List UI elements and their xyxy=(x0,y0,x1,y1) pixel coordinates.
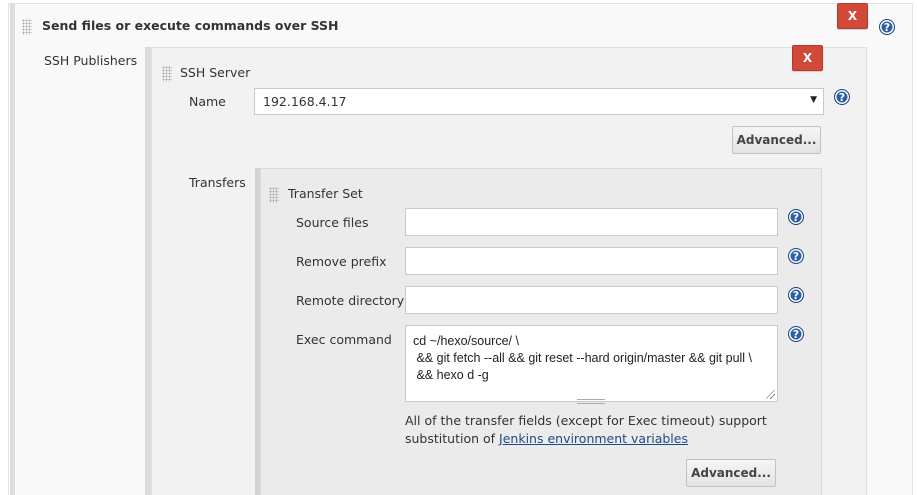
help-icon[interactable]: ? xyxy=(834,89,850,105)
help-icon[interactable]: ? xyxy=(788,287,804,303)
exec-command-textarea[interactable]: cd ~/hexo/source/ \ && git fetch --all &… xyxy=(405,325,778,402)
transfers-label: Transfers xyxy=(189,175,246,190)
help-icon[interactable]: ? xyxy=(788,209,804,225)
jenkins-env-vars-link[interactable]: Jenkins environment variables xyxy=(499,431,688,446)
ssh-server-name-select[interactable]: 192.168.4.17 ▼ xyxy=(254,88,824,115)
remove-prefix-label: Remove prefix xyxy=(296,254,387,269)
textarea-resize-handle[interactable] xyxy=(577,399,605,404)
name-label: Name xyxy=(189,94,226,109)
substitution-note: All of the transfer fields (except for E… xyxy=(405,412,805,448)
remove-prefix-input[interactable] xyxy=(405,247,778,275)
ssh-server-title: SSH Server xyxy=(180,65,251,80)
ssh-server-name-value: 192.168.4.17 xyxy=(263,94,347,109)
drag-handle-icon[interactable] xyxy=(22,19,32,35)
delete-server-button[interactable]: X xyxy=(792,45,823,71)
server-advanced-button[interactable]: Advanced... xyxy=(732,126,821,154)
help-icon[interactable]: ? xyxy=(879,19,895,35)
transfer-set-title: Transfer Set xyxy=(288,186,363,201)
exec-command-text: cd ~/hexo/source/ \ && git fetch --all &… xyxy=(413,334,753,382)
resize-grip-icon[interactable] xyxy=(766,390,775,399)
drag-handle-icon[interactable] xyxy=(162,66,172,82)
source-files-label: Source files xyxy=(296,215,369,230)
transfer-advanced-button[interactable]: Advanced... xyxy=(686,459,776,487)
dropdown-arrow-icon: ▼ xyxy=(810,95,817,105)
delete-section-button[interactable]: X xyxy=(837,3,868,29)
remote-directory-input[interactable] xyxy=(405,286,778,314)
ssh-publishers-label: SSH Publishers xyxy=(44,53,138,68)
section-drag-bar[interactable] xyxy=(10,3,15,495)
help-icon[interactable]: ? xyxy=(788,326,804,342)
help-icon[interactable]: ? xyxy=(788,248,804,264)
section-title: Send files or execute commands over SSH xyxy=(42,18,339,33)
drag-handle-icon[interactable] xyxy=(269,187,279,203)
exec-command-label: Exec command xyxy=(296,332,392,347)
remote-directory-label: Remote directory xyxy=(296,293,405,308)
source-files-input[interactable] xyxy=(405,208,778,236)
